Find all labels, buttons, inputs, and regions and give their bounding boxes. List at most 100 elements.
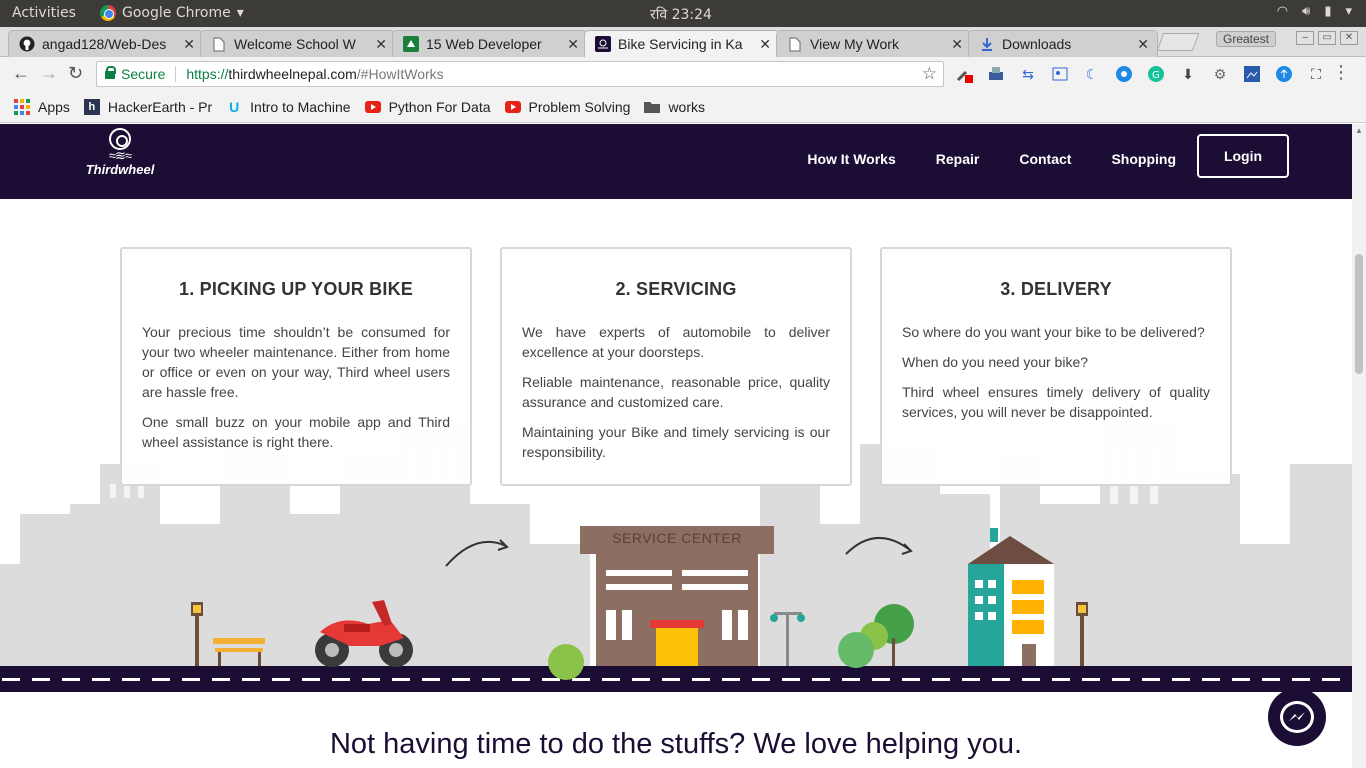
colorpicker-extension-icon[interactable] (954, 64, 974, 84)
address-bar[interactable]: Secure https:// thirdwheelnepal.com /#Ho… (96, 61, 944, 87)
wifi-icon: ◠ (1276, 4, 1289, 19)
logo-text: Thirdwheel (85, 162, 155, 177)
image-extension-icon[interactable] (1242, 64, 1262, 84)
tab-view-my-work[interactable]: View My Work ✕ (776, 30, 972, 57)
webpage: SERVICE CENTER ≈≋≈ Thirdwheel How It Wor… (0, 124, 1352, 768)
volume-icon: 🔊︎ (1302, 4, 1311, 19)
svg-text:G: G (1152, 70, 1160, 81)
chrome-menu-icon[interactable]: ⋮ (1332, 62, 1350, 83)
service-center-sign: SERVICE CENTER (612, 530, 742, 546)
close-icon[interactable]: ✕ (951, 36, 963, 53)
page-icon (211, 36, 227, 52)
youtube-icon (364, 99, 381, 115)
chrome-icon (100, 5, 116, 21)
nav-repair[interactable]: Repair (936, 151, 980, 167)
tab-title: angad128/Web-Des (42, 36, 167, 52)
tab-title: Bike Servicing in Ka (618, 36, 743, 52)
card-title: 1. PICKING UP YOUR BIKE (179, 279, 413, 299)
nav-contact[interactable]: Contact (1019, 151, 1071, 167)
chevron-down-icon: ▾ (1345, 4, 1352, 19)
screenshot-extension-icon[interactable] (1050, 64, 1070, 84)
clock[interactable]: रवि 23:24 (650, 5, 712, 24)
close-icon[interactable]: ✕ (567, 36, 579, 53)
forward-icon[interactable]: → (40, 63, 58, 84)
extensions-area: ⇆ ☾ G ⬇ ⚙ ⛶ (954, 64, 1326, 84)
url-scheme: https:// (186, 66, 229, 82)
bookmark-label: Intro to Machine (250, 98, 351, 115)
youtube-icon (504, 99, 521, 115)
step-card-servicing: 2. SERVICING We have experts of automobi… (500, 247, 852, 486)
tab-github[interactable]: angad128/Web-Des ✕ (8, 30, 204, 57)
profile-button[interactable]: Greatest (1216, 31, 1277, 47)
card-paragraph: Maintaining your Bike and timely servici… (522, 424, 830, 460)
card-paragraph: We have experts of automobile to deliver… (522, 324, 830, 360)
tab-title: View My Work (810, 36, 899, 52)
bookmark-label: Python For Data (388, 98, 491, 115)
tab-welcome[interactable]: Welcome School W ✕ (200, 30, 396, 57)
close-window-button[interactable]: ✕ (1340, 31, 1358, 45)
site-icon (595, 36, 611, 52)
login-button[interactable]: Login (1197, 134, 1289, 178)
system-top-bar: Activities Google Chrome ▾ रवि 23:24 ◠ 🔊… (0, 0, 1366, 27)
divider (175, 66, 177, 82)
back-icon[interactable]: ← (12, 63, 30, 84)
card-title: 3. DELIVERY (1000, 279, 1112, 299)
messenger-chat-button[interactable] (1268, 688, 1326, 746)
scrollbar-thumb[interactable] (1355, 254, 1363, 374)
maximize-button[interactable]: ▭ (1318, 31, 1336, 45)
tab-downloads[interactable]: Downloads ✕ (968, 30, 1158, 57)
url-host: thirdwheelnepal.com (228, 66, 357, 82)
bookmark-apps[interactable]: Apps (14, 98, 70, 115)
bookmark-star-icon[interactable]: ☆ (922, 64, 937, 84)
page-scrollbar[interactable]: ▲ (1352, 124, 1366, 768)
screen-capture-icon[interactable]: ⛶ (1306, 64, 1326, 84)
apps-grid-icon (14, 98, 30, 115)
bookmark-folder-works[interactable]: works (644, 99, 705, 115)
nav-shopping[interactable]: Shopping (1111, 151, 1176, 167)
site-icon (403, 36, 419, 52)
new-tab-button[interactable] (1156, 33, 1200, 51)
card-paragraph: One small buzz on your mobile app and Th… (142, 414, 450, 450)
reload-icon[interactable]: ↻ (68, 63, 83, 84)
bookmark-problem-solving[interactable]: Problem Solving (504, 98, 631, 115)
bookmarks-bar: Apps h HackerEarth - Pr U Intro to Machi… (0, 91, 1366, 123)
app-menu[interactable]: Google Chrome ▾ (100, 5, 244, 21)
wheel-logo-icon (109, 128, 131, 150)
close-icon[interactable]: ✕ (183, 36, 195, 53)
bookmark-label: Problem Solving (528, 98, 631, 115)
eye-extension-icon[interactable] (1114, 64, 1134, 84)
printer-extension-icon[interactable] (986, 64, 1006, 84)
download-icon (979, 36, 995, 52)
site-logo[interactable]: ≈≋≈ Thirdwheel (78, 128, 162, 177)
tab-bike-servicing[interactable]: Bike Servicing in Ka ✕ (584, 30, 780, 57)
close-icon[interactable]: ✕ (375, 36, 387, 53)
bookmark-hackerearth[interactable]: h HackerEarth - Pr (83, 98, 213, 115)
bookmark-python-for-data[interactable]: Python For Data (364, 98, 491, 115)
gear-icon[interactable]: ⚙ (1210, 64, 1230, 84)
bookmark-udacity[interactable]: U Intro to Machine (226, 99, 350, 115)
minimize-button[interactable]: – (1296, 31, 1314, 45)
moon-extension-icon[interactable]: ☾ (1082, 64, 1102, 84)
bookmark-label: works (668, 98, 705, 115)
tagline-heading: Not having time to do the stuffs? We lov… (329, 728, 1023, 760)
close-icon[interactable]: ✕ (1137, 36, 1149, 53)
nav-how-it-works[interactable]: How It Works (807, 151, 895, 167)
scroll-up-icon[interactable]: ▲ (1355, 126, 1363, 135)
sync-extension-icon[interactable]: ⇆ (1018, 64, 1038, 84)
grammarly-icon[interactable]: G (1146, 64, 1166, 84)
system-tray[interactable]: ◠ 🔊︎ ▮ ▾ (1277, 4, 1352, 19)
tab-title: Downloads (1002, 36, 1072, 52)
app-name: Google Chrome (122, 5, 231, 21)
bookmark-label: HackerEarth - Pr (107, 98, 213, 115)
secure-label: Secure (121, 66, 166, 82)
tab-web-developer[interactable]: 15 Web Developer ✕ (392, 30, 588, 57)
site-header: ≈≋≈ Thirdwheel How It Works Repair Conta… (0, 124, 1352, 199)
window-controls: – ▭ ✕ (1296, 31, 1358, 45)
card-title: 2. SERVICING (615, 279, 737, 299)
folder-icon (644, 99, 661, 115)
upload-extension-icon[interactable] (1274, 64, 1294, 84)
download-arrow-icon[interactable]: ⬇ (1178, 64, 1198, 84)
tab-title: 15 Web Developer (426, 36, 542, 52)
activities-button[interactable]: Activities (12, 5, 76, 21)
close-icon[interactable]: ✕ (759, 36, 771, 53)
